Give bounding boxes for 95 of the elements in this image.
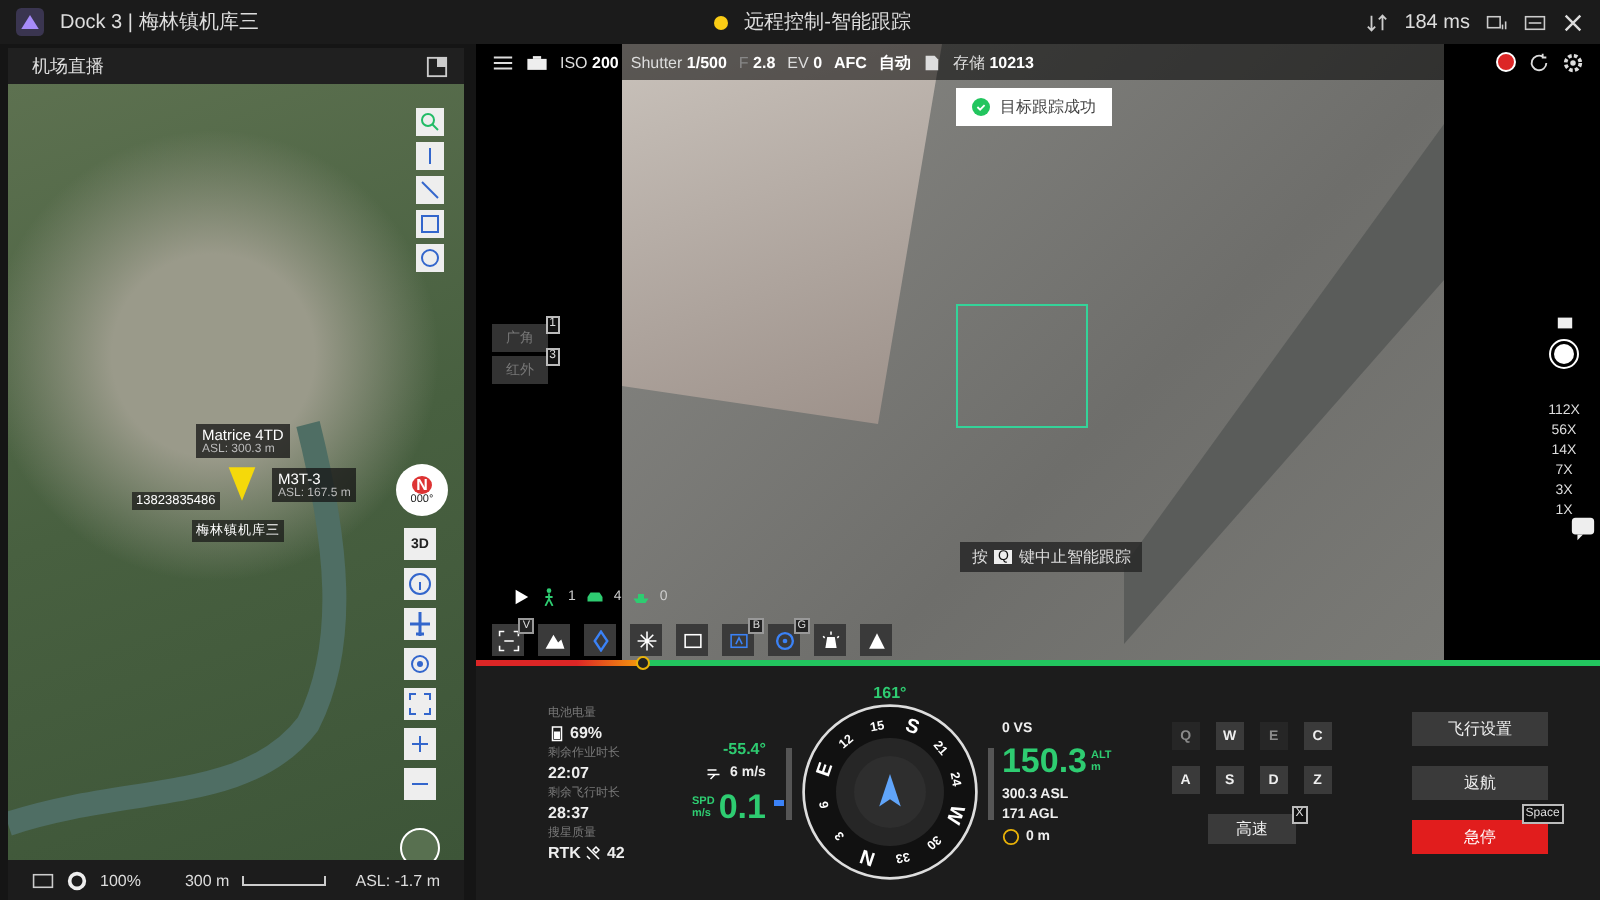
storage-count: 存储 10213 — [952, 51, 1034, 73]
opacity-icon — [66, 869, 88, 891]
keyboard-icon[interactable] — [1523, 11, 1546, 33]
settings-sliders-icon[interactable] — [492, 51, 514, 73]
toolbar-button[interactable] — [860, 624, 892, 656]
camera-switch-icon[interactable] — [1555, 314, 1573, 332]
target-icon — [773, 629, 795, 651]
expand-icon[interactable] — [426, 55, 448, 77]
ai-frame-icon — [727, 629, 749, 651]
aircraft-heading-icon — [879, 774, 901, 807]
speed-reading: 0.1 — [718, 787, 766, 827]
frame-icon — [681, 629, 703, 651]
toolbar-button[interactable] — [538, 624, 570, 656]
toolbar-button[interactable] — [814, 624, 846, 656]
speed-button[interactable]: 高速 — [1207, 814, 1296, 844]
tracking-box[interactable] — [956, 304, 1088, 428]
refresh-icon[interactable] — [1528, 51, 1550, 73]
toolbar-button[interactable] — [676, 624, 708, 656]
car-icon — [585, 588, 604, 606]
settings-icon[interactable] — [1562, 51, 1584, 73]
square-tool-icon[interactable] — [416, 210, 444, 238]
focus-mode: AFC — [834, 53, 867, 71]
close-icon[interactable] — [1561, 11, 1584, 33]
action-button[interactable]: 急停 — [1411, 820, 1548, 854]
pitch-gauge — [785, 747, 792, 819]
home-point-icon — [1001, 827, 1020, 845]
sd-card-icon — [922, 53, 941, 71]
action-button[interactable]: 返航 — [1411, 766, 1548, 800]
satellite-icon — [584, 844, 603, 862]
toast-text: 目标跟踪成功 — [1000, 96, 1096, 118]
shutter-icon[interactable] — [1548, 338, 1580, 370]
circle-tool-icon[interactable] — [416, 244, 444, 272]
spotlight-icon — [819, 629, 841, 651]
pitch-marker — [773, 800, 784, 806]
scale-bar — [241, 875, 326, 885]
locate-icon[interactable] — [404, 648, 436, 680]
status-dot-icon — [714, 15, 729, 29]
exposure-mode: 自动 — [878, 51, 911, 73]
success-icon — [972, 98, 990, 116]
focus-frame-icon[interactable] — [404, 688, 436, 720]
diamond-icon — [589, 629, 611, 651]
pitch-reading: -55.4° — [723, 739, 766, 757]
hint-text: 按 — [972, 546, 988, 568]
info-icon[interactable] — [404, 568, 436, 600]
altitude-reading: 150.3 — [1001, 741, 1087, 781]
camera-setting: EV 0 — [787, 53, 823, 71]
panel-title: 机场直播 — [32, 53, 104, 79]
triangle-icon — [865, 629, 887, 651]
toolbar-button[interactable] — [492, 624, 524, 656]
compass-letter: N — [412, 475, 432, 493]
satellite-count: 42 — [606, 844, 625, 862]
keyboard-icon[interactable] — [32, 869, 54, 891]
action-button[interactable]: 飞行设置 — [1411, 712, 1548, 746]
camera-icon — [526, 51, 548, 73]
zoom-in-icon[interactable] — [404, 728, 436, 760]
telemetry-value: 22:07 — [548, 764, 591, 782]
toolbar-button[interactable] — [722, 624, 754, 656]
latency-text: 184 ms — [1404, 11, 1470, 33]
battery-icon — [548, 724, 566, 742]
compass-mark: N — [857, 843, 879, 869]
mountain-icon — [543, 629, 565, 651]
person-icon — [540, 588, 558, 606]
window-title: Dock 3 | 梅林镇机库三 — [60, 9, 259, 36]
dial-center — [835, 738, 944, 846]
telemetry-value: 69% — [570, 724, 603, 742]
focus-frame-icon — [497, 629, 519, 651]
compass-mark: W — [940, 801, 968, 827]
boat-icon — [631, 588, 650, 606]
camera-view-cone-icon — [224, 464, 260, 504]
dock-logo-icon — [16, 8, 44, 36]
compass-mark: E — [813, 760, 839, 780]
zoom-out-icon[interactable] — [404, 768, 436, 800]
record-indicator[interactable] — [1496, 52, 1516, 72]
camera-setting: ISO 200 — [560, 53, 619, 71]
altitude-text: ASL: -1.7 m — [355, 871, 440, 889]
telemetry-value: 28:37 — [548, 804, 591, 822]
screen-signal-icon[interactable] — [1485, 11, 1508, 33]
signal-icon — [1366, 11, 1389, 33]
play-icon[interactable] — [512, 588, 530, 606]
wind-icon — [706, 763, 725, 781]
scale-text: 300 m — [184, 871, 230, 889]
altitude-gauge — [987, 747, 994, 819]
camera-setting: Shutter 1/500 — [630, 53, 727, 71]
toolbar-button[interactable] — [630, 624, 662, 656]
chat-icon[interactable] — [1570, 516, 1596, 542]
compass-mark: S — [902, 715, 922, 741]
opacity-text: 100% — [100, 871, 141, 889]
control-status: 远程控制-智能跟踪 — [744, 9, 911, 36]
heading-reading: 161° — [873, 684, 907, 702]
map-layer-button[interactable] — [400, 828, 440, 860]
hint-text: 键中止智能跟踪 — [1018, 546, 1131, 568]
line-tool-icon[interactable] — [416, 176, 444, 204]
toolbar-button[interactable] — [768, 624, 800, 656]
telemetry-value: RTK — [548, 844, 581, 862]
sparkle-icon — [635, 629, 657, 651]
